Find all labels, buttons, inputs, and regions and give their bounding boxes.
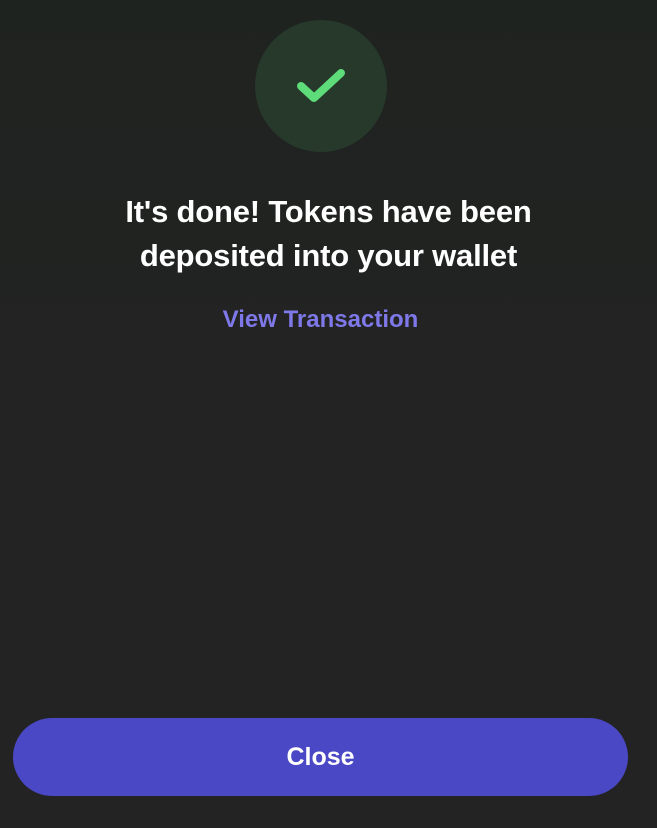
success-badge [255, 20, 387, 152]
success-message: It's done! Tokens have been deposited in… [40, 190, 617, 278]
view-transaction-link[interactable]: View Transaction [0, 304, 641, 336]
checkmark-icon [297, 69, 345, 102]
success-message-line-2: deposited into your wallet [139, 238, 518, 273]
close-button-label: Close [286, 742, 355, 771]
success-screen: It's done! Tokens have been deposited in… [0, 0, 657, 828]
success-message-line-1: It's done! Tokens have been [125, 194, 532, 229]
close-button[interactable]: Close [13, 718, 628, 796]
